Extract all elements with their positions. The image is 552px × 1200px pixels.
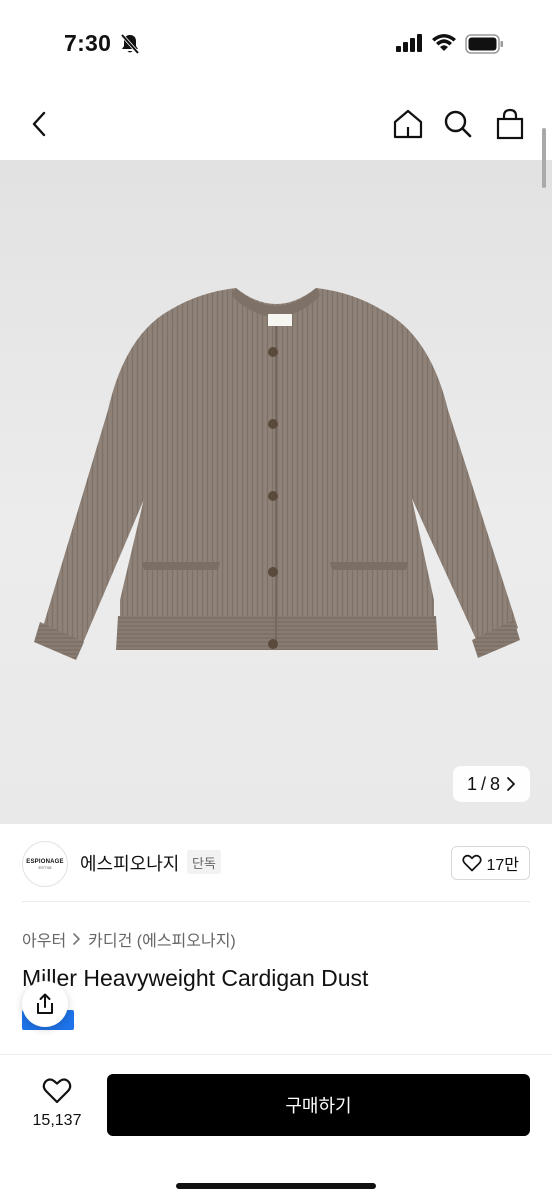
total-pages: 8 [489, 773, 500, 794]
chevron-right-icon [507, 777, 515, 791]
top-nav-bar [0, 88, 552, 160]
back-button[interactable] [20, 104, 60, 144]
cart-button[interactable] [490, 104, 530, 144]
wishlist-button[interactable]: 15,137 [18, 1077, 96, 1130]
battery-icon [465, 33, 505, 60]
wifi-icon [431, 33, 457, 58]
section-divider [22, 901, 530, 902]
shopping-bag-icon [496, 108, 524, 140]
product-image [34, 288, 520, 660]
exclusive-badge: 단독 [187, 850, 221, 874]
brand-like-button[interactable]: 17만 [451, 846, 530, 880]
brand-logo[interactable]: ESPIONAGE EST'08 [22, 841, 68, 887]
brand-row: ESPIONAGE EST'08 에스피오나지 단독 17만 [0, 824, 552, 902]
home-indicator [176, 1183, 376, 1189]
category-breadcrumb: 아우터 카디건 (에스피오나지) [22, 927, 236, 951]
status-bar: 7:30 [0, 0, 552, 88]
page-separator: / [480, 773, 486, 794]
brand-like-count: 17만 [486, 857, 519, 874]
home-button[interactable] [388, 104, 428, 144]
bottom-action-bar: 15,137 구매하기 [0, 1054, 552, 1200]
current-page: 1 [466, 773, 477, 794]
buy-button[interactable]: 구매하기 [107, 1074, 530, 1136]
cellular-signal-icon [396, 34, 424, 57]
scrollbar-thumb[interactable] [542, 128, 546, 188]
home-icon [393, 109, 423, 139]
breadcrumb-level1[interactable]: 아우터 [22, 927, 66, 951]
share-button[interactable] [22, 981, 68, 1027]
image-page-indicator[interactable]: 1 / 8 [452, 766, 530, 802]
wishlist-count: 15,137 [32, 1112, 82, 1129]
brand-logo-subtext: EST'08 [38, 864, 52, 870]
product-title: Miller Heavyweight Cardigan Dust [22, 965, 369, 991]
search-button[interactable] [438, 104, 478, 144]
bell-slash-icon [120, 33, 140, 60]
share-icon [37, 993, 53, 1014]
chevron-right-icon [73, 933, 80, 945]
search-icon [444, 110, 472, 138]
heart-icon [462, 854, 483, 872]
product-image-gallery[interactable]: 1 / 8 [0, 160, 552, 824]
brand-name[interactable]: 에스피오나지 [80, 850, 179, 876]
heart-icon [42, 1078, 72, 1104]
chevron-left-icon [32, 111, 46, 137]
breadcrumb-level2[interactable]: 카디건 (에스피오나지) [88, 927, 236, 951]
status-time: 7:30 [64, 30, 112, 56]
